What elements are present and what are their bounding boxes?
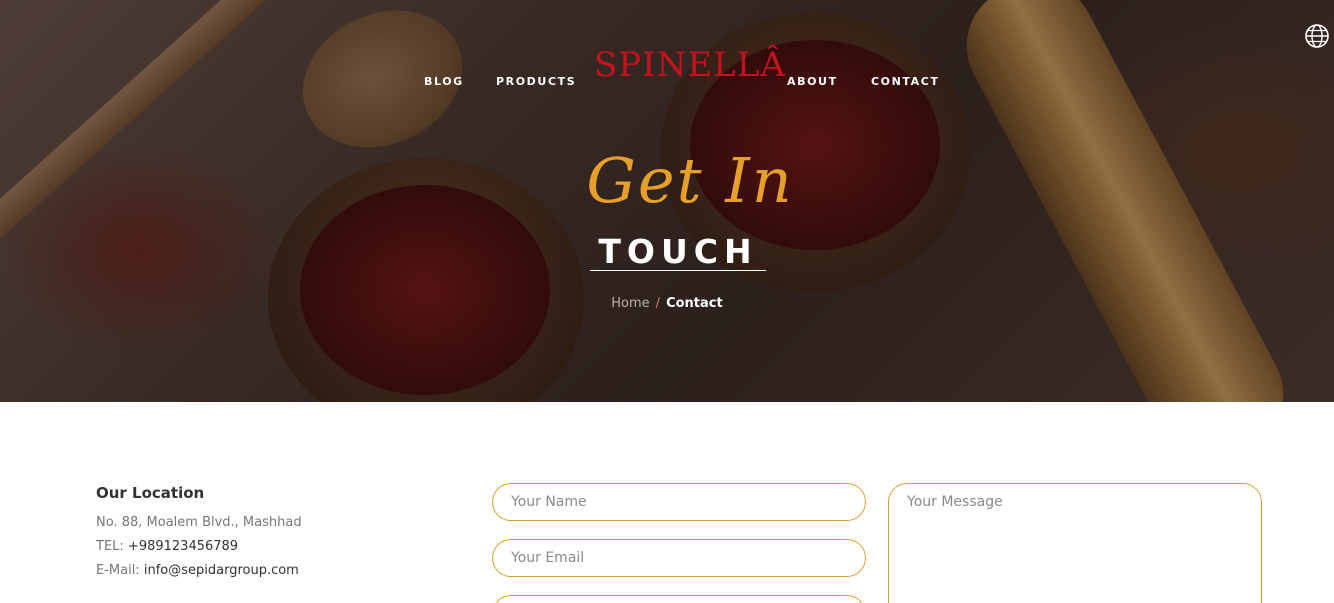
nav-item-products[interactable]: PRODUCTS [496,75,576,88]
hero-script-title: Get In [586,144,794,217]
email-field[interactable] [492,539,866,577]
globe-icon[interactable] [1304,23,1330,49]
nav-item-contact[interactable]: CONTACT [871,75,940,88]
location-email: E-Mail: info@sepidargroup.com [96,563,299,578]
email-label: E-Mail: [96,563,140,578]
breadcrumb-separator: / [655,296,661,311]
nav-item-about[interactable]: ABOUT [787,75,838,88]
hero-banner: BLOG PRODUCTS ABOUT CONTACT SPINELLÂ Get… [0,0,1334,402]
location-title: Our Location [96,484,205,502]
location-address: No. 88, Moalem Blvd., Mashhad [96,515,302,530]
breadcrumb-home[interactable]: Home [611,296,649,311]
hero-title: TOUCH [590,234,766,271]
tel-value[interactable]: +989123456789 [128,539,238,554]
location-tel: TEL: +989123456789 [96,539,238,554]
tel-label: TEL: [96,539,124,554]
subject-field[interactable] [492,595,866,603]
nav-item-blog[interactable]: BLOG [424,75,464,88]
email-value[interactable]: info@sepidargroup.com [144,563,299,578]
message-field[interactable] [888,483,1262,603]
breadcrumb: Home / Contact [0,296,1334,311]
name-field[interactable] [492,483,866,521]
breadcrumb-current: Contact [666,296,723,311]
brand-logo[interactable]: SPINELLÂ [594,48,786,82]
